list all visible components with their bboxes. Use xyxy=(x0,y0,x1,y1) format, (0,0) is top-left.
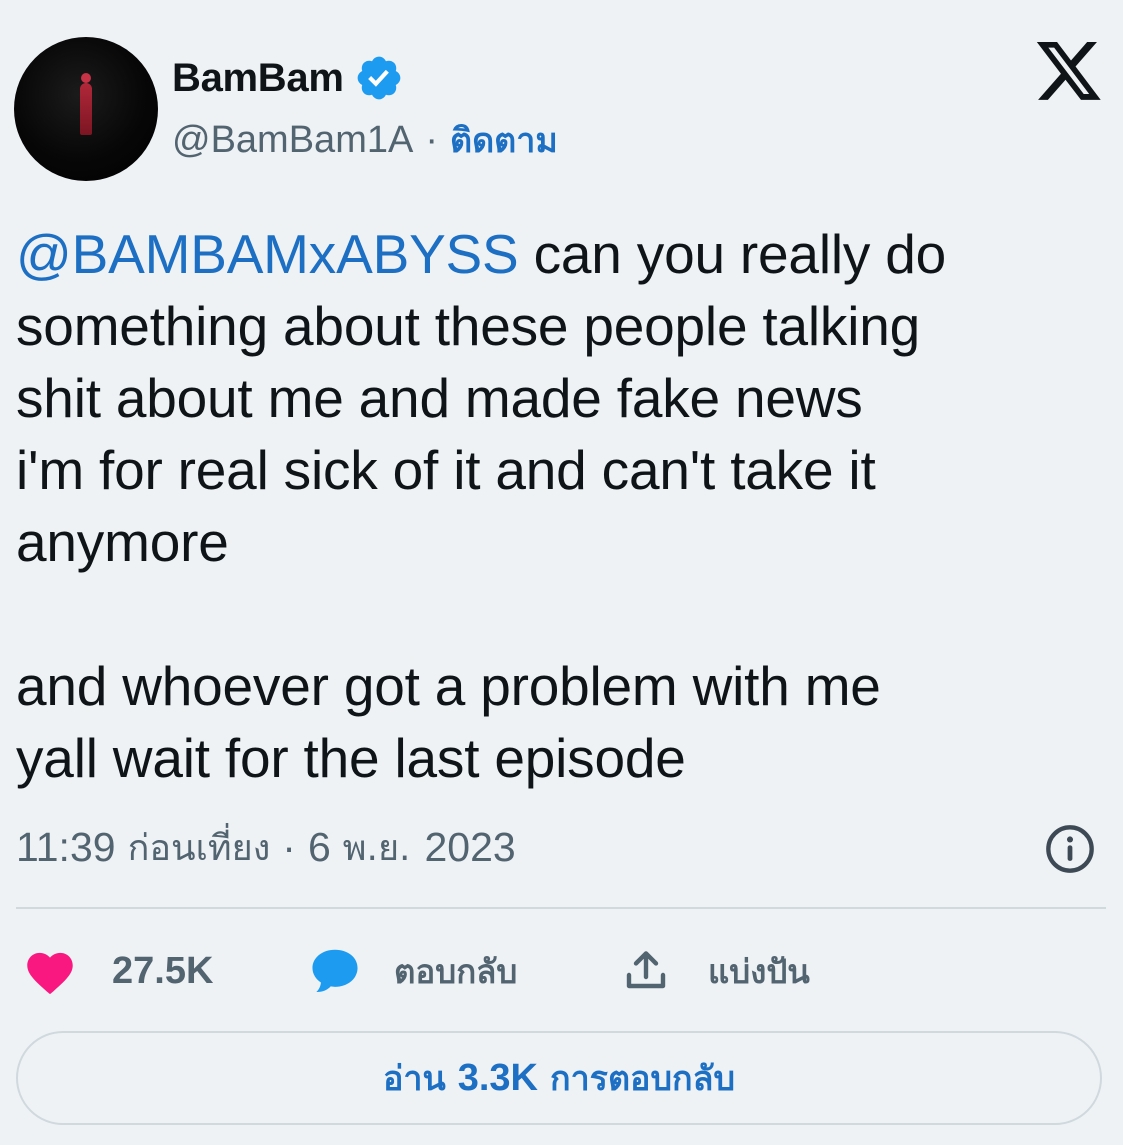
read-replies-prefix: อ่าน xyxy=(382,1059,446,1099)
read-replies-count: 3.3K xyxy=(457,1056,538,1099)
handle-row: @BamBam1A · ติดตาม xyxy=(172,114,558,166)
tweet-line: i'm for real sick of it and can't take i… xyxy=(16,439,876,501)
tweet-line: and whoever got a problem with me xyxy=(16,655,881,717)
like-button[interactable]: 27.5K xyxy=(22,936,213,1006)
avatar-figure-head xyxy=(81,73,91,83)
heart-icon xyxy=(27,952,73,995)
share-icon xyxy=(626,951,666,989)
date-month: พ.ย. xyxy=(342,827,411,869)
tweet-text: @BAMBAMxABYSS can you really do somethin… xyxy=(16,218,1106,794)
like-count: 27.5K xyxy=(112,949,214,992)
date-day: 6 xyxy=(307,823,331,870)
x-logo-icon[interactable] xyxy=(1034,42,1104,106)
read-replies-button[interactable]: อ่าน 3.3K การตอบกลับ xyxy=(16,1031,1102,1125)
action-bar: 27.5K ตอบกลับ แบ่งปัน xyxy=(0,936,1123,1006)
time-value: 11:39 xyxy=(16,823,116,870)
user-handle[interactable]: @BamBam1A xyxy=(172,119,413,162)
tweet-line: anymore xyxy=(16,511,229,573)
date-year: 2023 xyxy=(424,823,516,870)
read-replies-suffix: การตอบกลับ xyxy=(550,1059,736,1099)
tweet-line: yall wait for the last episode xyxy=(16,727,686,789)
tweet-line: something about these people talking xyxy=(16,295,921,357)
timestamp[interactable]: 11:39 ก่อนเที่ยง · 6 พ.ย. 2023 xyxy=(16,818,516,876)
reply-bubble-icon xyxy=(312,949,358,993)
info-icon[interactable] xyxy=(1044,823,1096,875)
tweet-card: BamBam @BamBam1A · ติดตาม @BAMBAMxABYSS … xyxy=(0,0,1123,1145)
mention-link[interactable]: @BAMBAMxABYSS xyxy=(16,223,519,285)
share-label: แบ่งปัน xyxy=(708,951,810,991)
display-name[interactable]: BamBam xyxy=(172,56,344,101)
separator-dot: · xyxy=(425,118,438,161)
reply-label: ตอบกลับ xyxy=(394,951,518,991)
verified-badge-icon xyxy=(357,56,400,100)
paragraph-break xyxy=(16,578,1106,650)
time-period: ก่อนเที่ยง xyxy=(127,827,271,869)
share-button[interactable]: แบ่งปัน xyxy=(622,936,810,1006)
tweet-line: @BAMBAMxABYSS can you really do xyxy=(16,218,1106,290)
avatar[interactable] xyxy=(14,37,158,181)
divider xyxy=(16,907,1106,909)
follow-button[interactable]: ติดตาม xyxy=(450,113,558,167)
avatar-figure-body xyxy=(80,83,92,135)
tweet-line: shit about me and made fake news xyxy=(16,367,863,429)
name-row: BamBam xyxy=(172,50,404,106)
tweet-text-segment: can you really do xyxy=(518,223,947,285)
timestamp-separator: · xyxy=(282,823,296,870)
reply-button[interactable]: ตอบกลับ xyxy=(308,936,517,1006)
